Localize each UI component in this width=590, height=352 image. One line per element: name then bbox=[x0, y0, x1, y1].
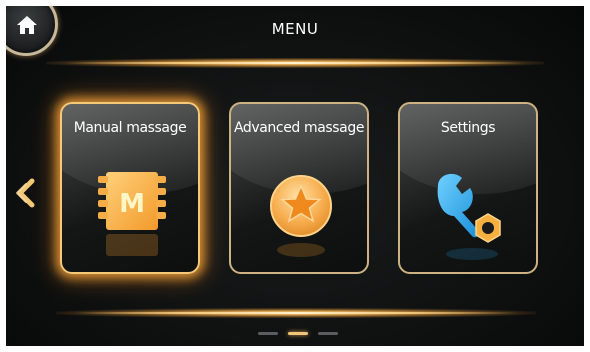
tile-label: Settings bbox=[440, 120, 496, 136]
tile-settings[interactable]: Settings bbox=[398, 102, 538, 274]
menu-screen: MENU Manual massage M Advanced massage S… bbox=[6, 6, 584, 346]
title-divider bbox=[46, 58, 544, 68]
svg-text:M: M bbox=[119, 189, 145, 219]
page-dot[interactable] bbox=[318, 332, 338, 335]
tile-label: Advanced massage bbox=[233, 120, 365, 136]
page-dot[interactable] bbox=[258, 332, 278, 335]
bottom-divider bbox=[56, 308, 536, 318]
page-dot-active[interactable] bbox=[288, 332, 308, 335]
wrench-nut-icon bbox=[437, 173, 501, 260]
tile-label: Manual massage bbox=[73, 120, 187, 136]
tile-manual-massage[interactable]: Manual massage M bbox=[60, 102, 200, 274]
tile-advanced-massage[interactable]: Advanced massage bbox=[229, 102, 369, 274]
page-indicator bbox=[258, 332, 338, 338]
star-coin-icon bbox=[270, 175, 332, 257]
previous-page-button[interactable] bbox=[14, 178, 36, 208]
manual-m-icon: M bbox=[98, 172, 166, 256]
chevron-left-icon bbox=[16, 178, 35, 208]
page-title: MENU bbox=[271, 20, 319, 38]
